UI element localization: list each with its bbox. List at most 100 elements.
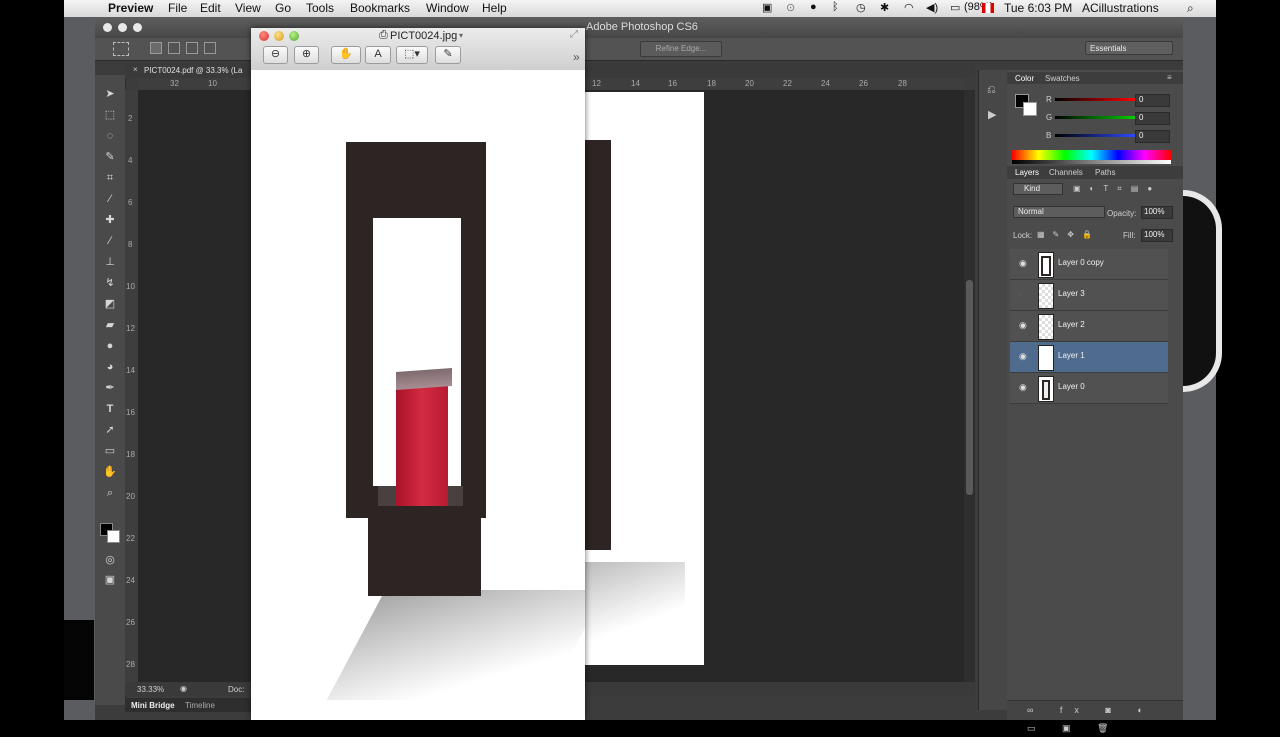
marquee-tool-icon[interactable]: ⬚ <box>102 108 118 122</box>
grayscale-ramp[interactable] <box>1012 160 1171 164</box>
quick-select-tool-icon[interactable]: ✎ <box>102 150 118 164</box>
annotate-pen-icon[interactable]: ✎ <box>435 46 461 64</box>
fill-input[interactable]: 100% <box>1141 229 1173 242</box>
shape-tool-icon[interactable]: ▭ <box>102 444 118 458</box>
brush-tool-icon[interactable]: ∕ <box>102 234 118 248</box>
preview-title[interactable]: PICT0024.jpg <box>390 30 457 42</box>
text-select-icon[interactable]: A <box>365 46 391 64</box>
flag-icon[interactable] <box>982 3 994 13</box>
new-selection-icon[interactable] <box>150 42 162 54</box>
bg-color-chip[interactable] <box>1023 102 1037 116</box>
layer-name[interactable]: Layer 3 <box>1058 289 1085 298</box>
clock[interactable]: Tue 6:03 PM <box>1004 1 1072 15</box>
layer-row[interactable]: ◉ Layer 0 copy <box>1010 249 1168 280</box>
layer-filter-icons[interactable]: ▣◐T⌗▤● <box>1073 184 1161 194</box>
pen-tool-icon[interactable]: ✒ <box>102 381 118 395</box>
g-value[interactable]: 0 <box>1135 112 1170 125</box>
healing-tool-icon[interactable]: ✚ <box>102 213 118 227</box>
sync-icon[interactable]: ⊙ <box>786 1 795 14</box>
crop-tool-icon[interactable]: ⌗ <box>102 171 118 185</box>
menu-help[interactable]: Help <box>482 1 507 15</box>
layer-row[interactable]: ▫ Layer 3 <box>1010 280 1168 311</box>
panel-menu-icon[interactable]: ≡ <box>1167 73 1172 82</box>
hand-icon[interactable]: ✋ <box>331 46 361 64</box>
menu-tools[interactable]: Tools <box>306 1 334 15</box>
quick-mask-icon[interactable]: ◎ <box>102 553 118 567</box>
clone-stamp-tool-icon[interactable]: ⊥ <box>102 255 118 269</box>
type-tool-icon[interactable]: T <box>102 402 118 416</box>
rect-select-icon[interactable]: ⬚▾ <box>396 46 428 64</box>
path-select-tool-icon[interactable]: ➚ <box>102 423 118 437</box>
menu-file[interactable]: File <box>168 1 187 15</box>
layer-name[interactable]: Layer 1 <box>1058 351 1085 360</box>
refine-edge-button[interactable]: Refine Edge... <box>640 41 722 57</box>
layer-name[interactable]: Layer 0 <box>1058 382 1085 391</box>
tab-layers[interactable]: Layers <box>1015 168 1039 177</box>
battery-icon[interactable]: ▭ <box>950 1 960 14</box>
zoom-out-icon[interactable]: ⊖ <box>263 46 288 64</box>
tab-swatches[interactable]: Swatches <box>1045 74 1080 83</box>
wifi-icon[interactable]: ◠ <box>904 1 914 14</box>
bluetooth-icon[interactable]: ᛒ <box>832 1 839 13</box>
menu-edit[interactable]: Edit <box>200 1 221 15</box>
time-machine-icon[interactable]: ◷ <box>856 1 866 14</box>
gradient-tool-icon[interactable]: ▰ <box>102 318 118 332</box>
zoom-icon[interactable] <box>289 31 299 41</box>
minimize-icon[interactable] <box>118 23 127 32</box>
workspace-select[interactable]: Essentials <box>1085 41 1173 55</box>
subtract-selection-icon[interactable] <box>186 42 198 54</box>
document-proxy-icon[interactable]: ⎙ <box>379 29 388 42</box>
layer-name[interactable]: Layer 0 copy <box>1058 258 1104 267</box>
zoom-icon[interactable] <box>133 23 142 32</box>
document-canvas[interactable] <box>585 92 704 665</box>
fullscreen-icon[interactable]: ⤢ <box>570 29 578 40</box>
user-name[interactable]: ACillustrations <box>1082 1 1159 15</box>
status-icon[interactable]: ● <box>810 1 817 13</box>
title-chevron-down-icon[interactable]: ▾ <box>459 31 463 40</box>
layer-name[interactable]: Layer 2 <box>1058 320 1085 329</box>
menu-window[interactable]: Window <box>426 1 469 15</box>
eyedropper-tool-icon[interactable]: ⁄ <box>102 192 118 206</box>
r-slider[interactable] <box>1055 98 1135 101</box>
lasso-tool-icon[interactable]: ◌ <box>102 129 118 143</box>
dodge-tool-icon[interactable]: ◕ <box>102 360 118 374</box>
menu-app-name[interactable]: Preview <box>108 1 153 15</box>
tab-timeline[interactable]: Timeline <box>185 701 215 710</box>
blend-mode-select[interactable]: Normal <box>1013 206 1105 218</box>
tab-color[interactable]: Color <box>1015 74 1034 83</box>
preview-photo[interactable] <box>251 70 585 720</box>
add-selection-icon[interactable] <box>168 42 180 54</box>
zoom-in-icon[interactable]: ⊕ <box>294 46 319 64</box>
vertical-scrollbar[interactable] <box>964 90 975 682</box>
eye-icon[interactable]: ◉ <box>1019 258 1027 269</box>
bluetooth-menu-icon[interactable]: ✱ <box>880 1 889 14</box>
eraser-tool-icon[interactable]: ◩ <box>102 297 118 311</box>
marquee-tool-icon[interactable] <box>113 42 129 56</box>
b-slider[interactable] <box>1055 134 1135 137</box>
menu-go[interactable]: Go <box>275 1 291 15</box>
history-panel-icon[interactable]: ⎌ <box>987 84 996 97</box>
filter-kind-select[interactable]: Kind <box>1013 183 1063 195</box>
close-icon[interactable] <box>259 31 269 41</box>
r-value[interactable]: 0 <box>1135 94 1170 107</box>
intersect-selection-icon[interactable] <box>204 42 216 54</box>
menu-view[interactable]: View <box>235 1 261 15</box>
eye-icon[interactable]: ◉ <box>1019 320 1027 331</box>
document-tab[interactable]: PICT0024.pdf @ 33.3% (La <box>144 66 242 75</box>
background-color-swatch[interactable] <box>107 530 120 543</box>
move-tool-icon[interactable]: ➤ <box>102 87 118 101</box>
layer-row-selected[interactable]: ◉ Layer 1 <box>1010 342 1168 373</box>
vertical-scroll-thumb[interactable] <box>966 280 973 495</box>
history-brush-tool-icon[interactable]: ↯ <box>102 276 118 290</box>
actions-panel-icon[interactable]: ▶ <box>988 108 996 121</box>
hand-tool-icon[interactable]: ✋ <box>102 465 118 479</box>
blur-tool-icon[interactable]: ● <box>102 339 118 353</box>
volume-icon[interactable]: ◀) <box>926 1 938 14</box>
tab-paths[interactable]: Paths <box>1095 168 1115 177</box>
toolbar-overflow-icon[interactable]: » <box>573 50 580 64</box>
spotlight-icon[interactable]: ⌕ <box>1187 1 1194 16</box>
eye-icon[interactable]: ◉ <box>1019 351 1027 362</box>
eye-icon[interactable]: ◉ <box>1019 382 1027 393</box>
lock-icons[interactable]: ▦✎✥🔒 <box>1037 230 1100 239</box>
opacity-input[interactable]: 100% <box>1141 206 1173 219</box>
